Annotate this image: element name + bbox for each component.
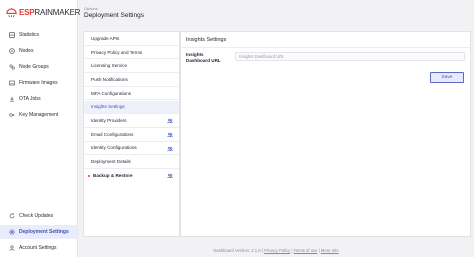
admin-badge-icon [167,173,173,179]
logo-esp-text: ESP [19,8,35,17]
menu-item-label: Identity Providers [91,118,127,124]
menu-item-label: MFA Configurations [91,90,132,96]
sidebar-item-nodes[interactable]: Nodes [0,44,78,58]
sidebar-item-deployment-settings[interactable]: Deployment Settings [0,225,78,239]
menu-item-privacy-policy-and-terms[interactable]: Privacy Policy and Terms [84,46,179,60]
menu-item-label: Deployment Details [91,159,131,165]
node-groups-icon [9,64,15,70]
account-settings-icon [9,245,15,251]
menu-item-email-configurations[interactable]: Email Configurations [84,128,179,142]
menu-item-backup-restore[interactable]: Backup & Restore [84,169,179,183]
menu-item-insights-settings[interactable]: Insights Settings [84,100,179,115]
ota-jobs-icon [9,96,15,102]
menu-item-label: Licensing Service [91,63,128,69]
footer-separator: | [291,248,293,253]
menu-item-label: Push Notifications [91,76,128,82]
firmware-images-icon [9,80,15,86]
version-text: Dashboard Version: 2.1.0 [213,248,261,253]
check-updates-icon [9,213,15,219]
esp-rainmaker-logo[interactable]: ESPRAINMAKER [6,7,80,18]
privacy-policy-link[interactable]: Privacy Policy [264,248,290,253]
settings-menu: Upgrade APIs Privacy Policy and Terms Li… [83,31,180,237]
insights-url-input[interactable] [235,52,465,61]
menu-item-push-notifications[interactable]: Push Notifications [84,73,179,87]
sidebar-item-statistics[interactable]: Statistics [0,28,78,42]
breadcrumb[interactable]: Options [84,6,98,11]
sidebar-item-label: Check Updates [19,213,54,219]
sidebar-item-account-settings[interactable]: Account Settings [0,241,78,255]
admin-badge-icon [167,118,173,124]
nodes-icon [9,48,15,54]
menu-item-upgrade-apis[interactable]: Upgrade APIs [84,32,179,46]
sidebar-item-label: Account Settings [19,245,57,251]
section-title: Insights Settings [186,37,227,43]
rainmaker-logo-icon [6,8,17,18]
menu-item-label: Backup & Restore [93,173,133,179]
save-button[interactable]: Save [430,72,464,83]
footer-separator: | [261,248,263,253]
menu-item-identity-providers[interactable]: Identity Providers [84,114,179,128]
more-info-link[interactable]: More Info [321,248,339,253]
sidebar-item-label: Deployment Settings [19,229,69,235]
sidebar-item-firmware-images[interactable]: Firmware Images [0,76,78,90]
menu-item-identity-configurations[interactable]: Identity Configurations [84,142,179,156]
insights-settings-panel: Insights Settings Insights Dashboard URL… [180,31,471,237]
page-header: Options Deployment Settings [78,0,474,28]
admin-badge-icon [167,146,173,152]
menu-item-deployment-details[interactable]: Deployment Details [84,155,179,169]
logo-rainmaker-text: RAINMAKER [34,8,81,17]
menu-item-label: Insights Settings [91,104,125,110]
sidebar: ESPRAINMAKER Statistics Nodes Node Group… [0,0,80,257]
insights-url-label: Insights Dashboard URL [186,52,221,63]
sidebar-item-node-groups[interactable]: Node Groups [0,60,78,74]
page-title: Deployment Settings [84,12,144,19]
sidebar-item-label: Statistics [19,32,40,38]
sidebar-item-key-management[interactable]: Key Management [0,108,78,122]
divider [181,47,470,48]
menu-item-label: Identity Configurations [91,145,137,151]
menu-item-licensing-service[interactable]: Licensing Service [84,59,179,74]
sidebar-item-label: OTA Jobs [19,96,41,102]
menu-item-mfa-configurations[interactable]: MFA Configurations [84,87,179,101]
deployment-settings-icon [9,229,15,235]
menu-item-label: Upgrade APIs [91,35,120,41]
sidebar-item-label: Nodes [19,48,34,54]
admin-badge-icon [167,132,173,138]
terms-of-use-link[interactable]: Terms of use [294,248,318,253]
menu-item-label: Privacy Policy and Terms [91,49,143,55]
statistics-icon [9,32,15,38]
sidebar-item-label: Key Management [19,112,59,118]
sidebar-item-ota-jobs[interactable]: OTA Jobs [0,92,78,106]
footer-separator: | [318,248,320,253]
sidebar-item-label: Firmware Images [19,80,58,86]
key-management-icon [9,112,15,118]
menu-item-label: Email Configurations [91,131,134,137]
sidebar-item-label: Node Groups [19,64,49,70]
footer: Dashboard Version: 2.1.0 | Privacy Polic… [78,248,474,253]
bullet-icon [88,174,90,177]
sidebar-item-check-updates[interactable]: Check Updates [0,209,78,223]
